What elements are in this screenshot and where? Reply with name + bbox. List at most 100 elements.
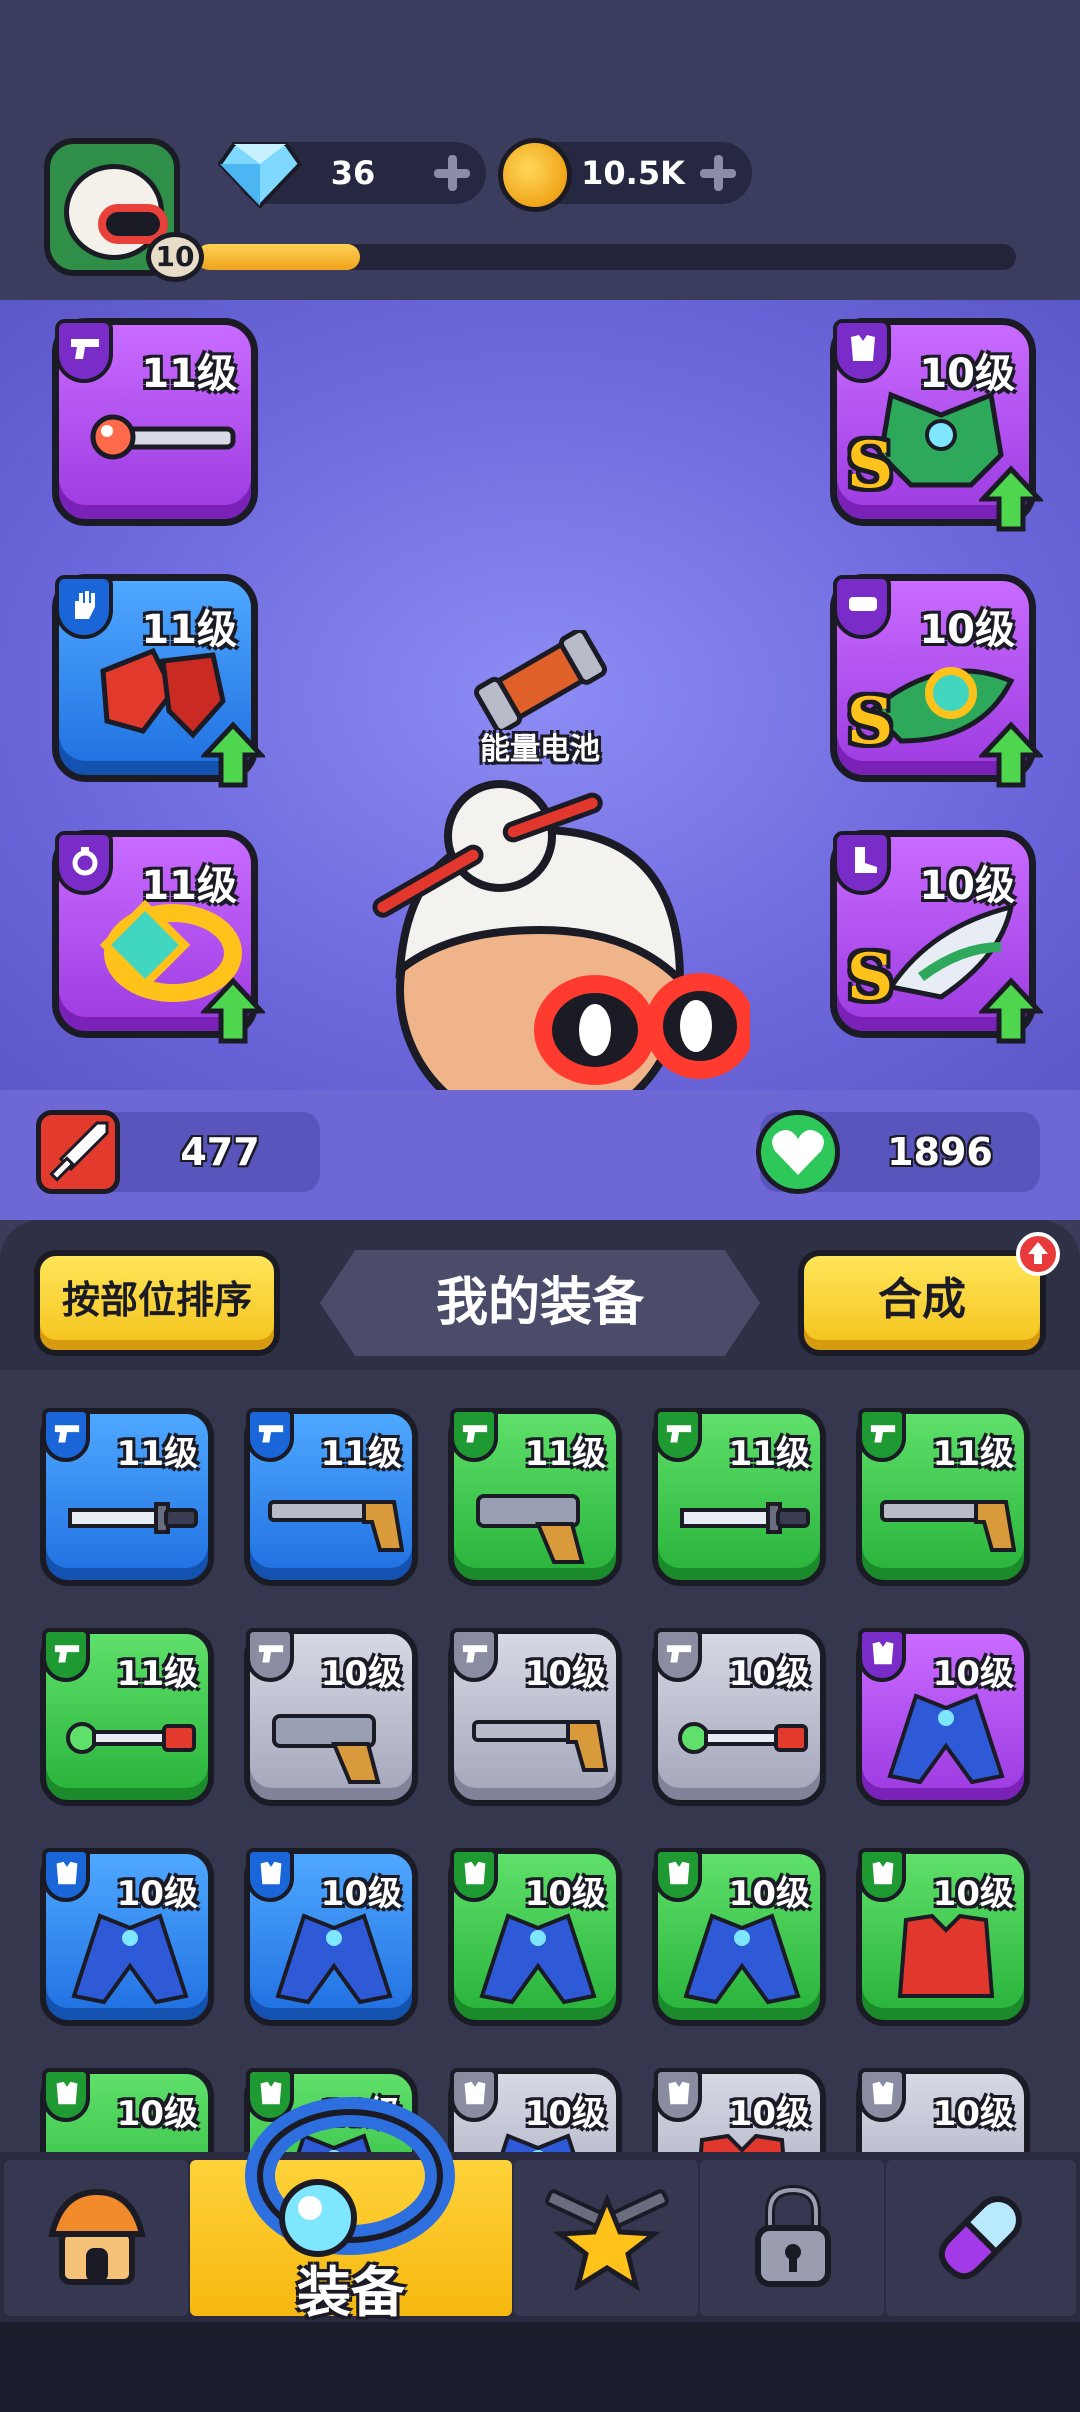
grade-s-badge: S xyxy=(847,684,894,759)
weapon-slot[interactable]: 11级 xyxy=(52,318,258,526)
gun-type-icon xyxy=(246,1628,294,1682)
star-weapons-icon xyxy=(545,2189,669,2292)
gloves-slot[interactable]: 11级 xyxy=(52,574,265,788)
bottom-nav: 装备 xyxy=(0,2097,1080,2324)
grade-s-badge: S xyxy=(847,940,894,1015)
knife-icon xyxy=(680,1502,810,1534)
equipment-card[interactable]: 11级 xyxy=(40,1408,214,1586)
armor-icon xyxy=(833,319,891,383)
armor-type-icon xyxy=(42,2068,90,2122)
equipment-card[interactable]: 11级 xyxy=(244,1408,418,1586)
xp-bar xyxy=(196,244,1016,270)
attack-stat: 477 xyxy=(36,1110,320,1194)
coat-icon xyxy=(887,1693,1005,1785)
shotgun-icon xyxy=(880,1500,1016,1552)
armor-type-icon xyxy=(450,1848,498,1902)
coin-count: 10.5K xyxy=(581,154,685,192)
capsule-icon xyxy=(938,2196,1022,2280)
upgrade-arrow-icon xyxy=(979,721,1043,788)
nav-equipment[interactable]: 装备 xyxy=(190,2097,512,2324)
gun-type-icon xyxy=(42,1628,90,1682)
energy-battery-icon[interactable] xyxy=(470,630,610,730)
gun-type-icon xyxy=(450,1408,498,1462)
nav-capsules[interactable] xyxy=(886,2160,1076,2316)
pistol-icon xyxy=(272,1714,381,1784)
sort-by-slot-button[interactable]: 按部位排序 xyxy=(34,1250,280,1356)
equipment-grid: 11级 11级 11级 11级 11级 11级 10级 10级 10级 10级 10级 10级 10级 1… xyxy=(40,1408,1040,2168)
vest-icon xyxy=(897,1913,995,1998)
attack-value: 477 xyxy=(180,1130,260,1174)
wand-icon xyxy=(678,1722,808,1754)
belt-icon xyxy=(833,575,891,639)
armor-type-icon xyxy=(858,1628,906,1682)
coat-icon xyxy=(275,1913,393,2005)
merge-button[interactable]: 合成 xyxy=(798,1250,1046,1356)
sword-icon xyxy=(36,1110,120,1194)
battery-label: 能量电池 xyxy=(480,732,600,767)
equipment-card[interactable]: 10级 xyxy=(448,1848,622,2026)
armor-slot[interactable]: 10级 S xyxy=(830,318,1043,532)
pistol-icon xyxy=(476,1494,585,1564)
gun-type-icon xyxy=(450,1628,498,1682)
gun-type-icon xyxy=(858,1408,906,1462)
equipment-card[interactable]: 10级 xyxy=(652,1628,826,1806)
equipment-card[interactable]: 10级 xyxy=(856,1628,1030,1806)
ring-slot[interactable]: 11级 xyxy=(52,830,265,1044)
glove-icon xyxy=(55,575,113,639)
nav-equipment-label: 装备 xyxy=(297,2261,405,2324)
boots-slot[interactable]: 10级 S xyxy=(830,830,1043,1044)
gem-icon xyxy=(218,142,302,209)
upgrade-arrow-icon xyxy=(979,977,1043,1044)
gun-type-icon xyxy=(654,1628,702,1682)
health-value: 1896 xyxy=(887,1130,993,1174)
equipment-card[interactable]: 10级 xyxy=(448,1628,622,1806)
wand-icon xyxy=(66,1722,196,1754)
health-stat: 1896 xyxy=(756,1110,1040,1194)
equipment-card[interactable]: 10级 xyxy=(40,1848,214,2026)
armor-type-icon xyxy=(246,1848,294,1902)
coat-icon xyxy=(683,1913,801,2005)
coin-icon xyxy=(498,138,572,212)
shotgun-icon xyxy=(472,1720,608,1772)
gun-type-icon xyxy=(42,1408,90,1462)
armor-type-icon xyxy=(858,2068,906,2122)
equipment-card[interactable]: 11级 xyxy=(856,1408,1030,1586)
equipment-card[interactable]: 11级 xyxy=(40,1628,214,1806)
equipment-card[interactable]: 10级 xyxy=(244,1628,418,1806)
armor-type-icon xyxy=(42,1848,90,1902)
grade-s-badge: S xyxy=(847,428,894,503)
player-level-badge: 10 xyxy=(146,232,204,282)
belt-slot[interactable]: 10级 S xyxy=(830,574,1043,788)
nav-locked[interactable] xyxy=(700,2160,884,2316)
hero-equipment-area: 11级 11级 11级 能量电池 10级 S 10级 S 10级 S xyxy=(0,300,1080,1294)
equipment-card[interactable]: 10级 xyxy=(244,1848,418,2026)
coat-icon xyxy=(479,1913,597,2005)
xp-bar-fill xyxy=(196,244,360,270)
equipment-card[interactable]: 10级 xyxy=(652,1848,826,2026)
nav-shop[interactable] xyxy=(4,2160,188,2316)
armor-type-icon xyxy=(654,2068,702,2122)
coat-icon xyxy=(71,1913,189,2005)
merge-notification-badge xyxy=(1016,1232,1060,1276)
stats-bar: 477 1896 xyxy=(0,1090,1080,1220)
upgrade-arrow-icon xyxy=(201,721,265,788)
equipment-card[interactable]: 11级 xyxy=(448,1408,622,1586)
top-bar: 10 36 10.5K xyxy=(0,0,1080,300)
add-coins-plus-icon[interactable] xyxy=(696,151,740,195)
gun-type-icon xyxy=(246,1408,294,1462)
equipment-card[interactable]: 11级 xyxy=(652,1408,826,1586)
equipment-card[interactable]: 10级 xyxy=(856,1848,1030,2026)
heart-icon xyxy=(756,1110,840,1194)
knife-icon xyxy=(68,1502,198,1534)
lock-icon xyxy=(755,2184,831,2287)
shop-icon xyxy=(48,2188,146,2285)
gun-icon xyxy=(55,319,113,383)
add-gems-plus-icon[interactable] xyxy=(430,151,474,195)
inventory-title: 我的装备 xyxy=(320,1250,760,1356)
shotgun-icon xyxy=(268,1500,404,1552)
ring-icon xyxy=(245,2097,455,2257)
nav-weapons[interactable] xyxy=(514,2160,698,2316)
system-bar xyxy=(0,2322,1080,2412)
orb-staff-icon xyxy=(90,414,236,460)
upgrade-arrow-icon xyxy=(201,977,265,1044)
